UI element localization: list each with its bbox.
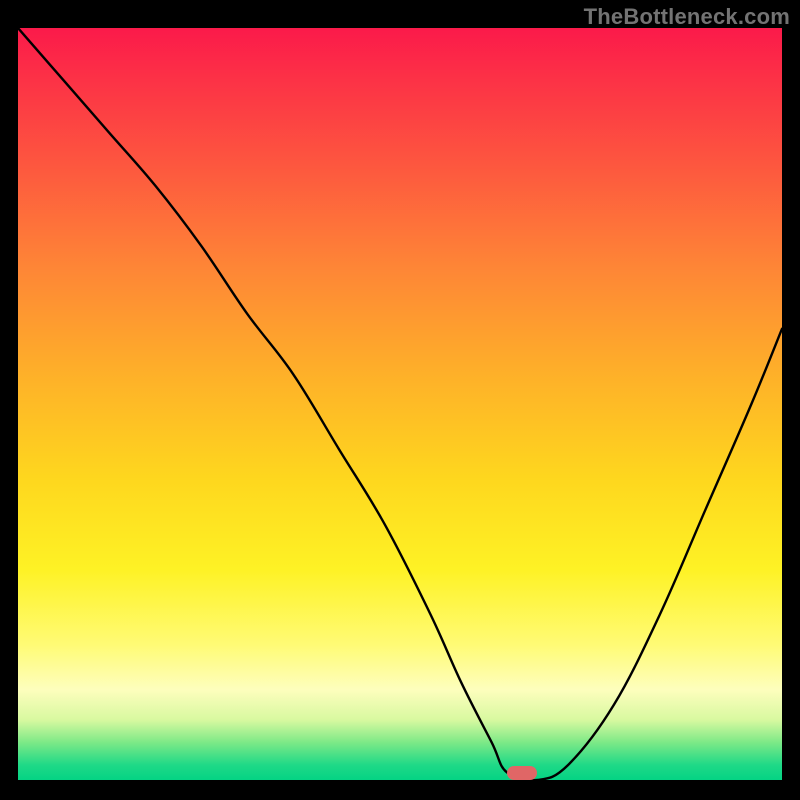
curve-svg <box>18 28 782 780</box>
bottleneck-curve-path <box>18 28 782 780</box>
optimum-marker <box>507 766 537 780</box>
chart-frame: TheBottleneck.com <box>0 0 800 800</box>
plot-area <box>18 28 782 780</box>
watermark-text: TheBottleneck.com <box>584 4 790 30</box>
